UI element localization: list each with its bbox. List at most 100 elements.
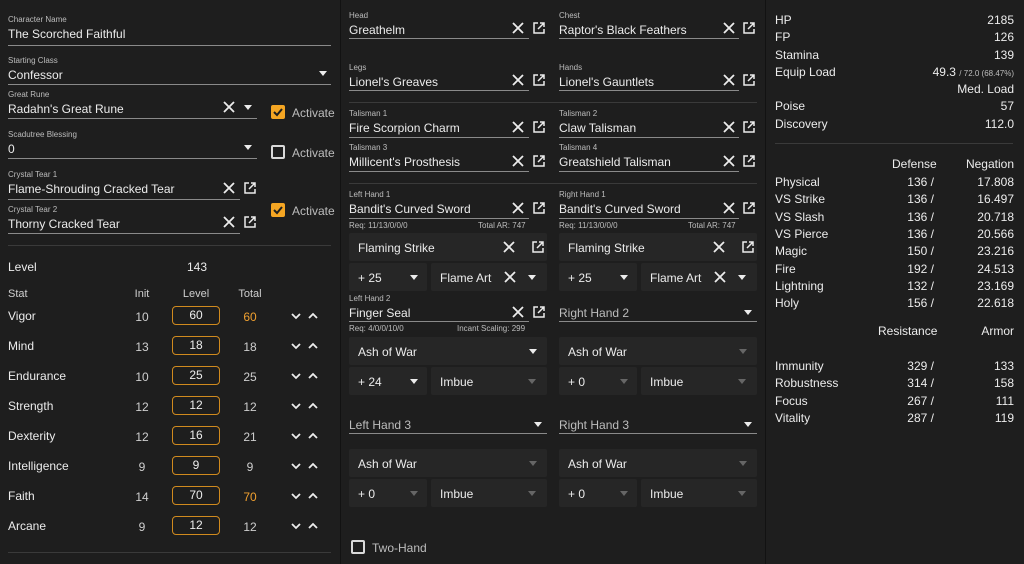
left-hand-2-ash-of-war[interactable]: Ash of War: [349, 337, 547, 365]
chevron-down-icon[interactable]: [410, 491, 418, 496]
chevron-up-icon[interactable]: [306, 429, 320, 443]
chevron-down-icon[interactable]: [744, 310, 752, 315]
chevron-up-icon[interactable]: [306, 459, 320, 473]
right-hand-3-upgrade-select[interactable]: + 0: [559, 479, 637, 507]
talisman-1-select[interactable]: Fire Scorpion Charm: [349, 121, 460, 135]
left-hand-2-select[interactable]: Finger Seal: [349, 306, 410, 320]
chevron-down-icon[interactable]: [528, 275, 536, 280]
chevron-down-icon[interactable]: [529, 349, 537, 354]
two-hand-checkbox[interactable]: [351, 540, 365, 554]
stat-level-input[interactable]: 18: [172, 336, 220, 355]
stat-level-input[interactable]: 16: [172, 426, 220, 445]
right-hand-1-upgrade-select[interactable]: + 25: [559, 263, 637, 291]
chevron-down-icon[interactable]: [289, 519, 303, 533]
left-hand-1-select[interactable]: Bandit's Curved Sword: [349, 202, 471, 216]
chevron-down-icon[interactable]: [738, 275, 746, 280]
talisman-4-select[interactable]: Greatshield Talisman: [559, 155, 671, 169]
chevron-down-icon[interactable]: [289, 339, 303, 353]
close-icon[interactable]: [722, 154, 736, 168]
chevron-up-icon[interactable]: [306, 519, 320, 533]
close-icon[interactable]: [722, 120, 736, 134]
chevron-down-icon[interactable]: [529, 461, 537, 466]
chevron-down-icon[interactable]: [289, 309, 303, 323]
left-hand-1-upgrade-select[interactable]: + 25: [349, 263, 427, 291]
left-hand-3-select[interactable]: Left Hand 3: [349, 418, 411, 432]
close-icon[interactable]: [503, 270, 517, 284]
chevron-down-icon[interactable]: [620, 379, 628, 384]
talisman-3-select[interactable]: Millicent's Prosthesis: [349, 155, 460, 169]
chevron-down-icon[interactable]: [738, 379, 746, 384]
close-icon[interactable]: [511, 201, 525, 215]
stat-level-input[interactable]: 25: [172, 366, 220, 385]
right-hand-3-select[interactable]: Right Hand 3: [559, 418, 629, 432]
close-icon[interactable]: [722, 73, 736, 87]
stat-level-input[interactable]: 60: [172, 306, 220, 325]
legs-select[interactable]: Lionel's Greaves: [349, 75, 438, 89]
open-external-icon[interactable]: [742, 154, 756, 168]
right-hand-1-affinity-select[interactable]: Flame Art: [641, 263, 757, 291]
close-icon[interactable]: [222, 100, 236, 114]
chevron-down-icon[interactable]: [410, 379, 418, 384]
great-rune-select[interactable]: Radahn's Great Rune: [8, 102, 124, 116]
starting-class-select[interactable]: Confessor: [8, 68, 63, 82]
right-hand-1-ash-of-war[interactable]: Flaming Strike: [559, 233, 757, 261]
chevron-up-icon[interactable]: [306, 489, 320, 503]
right-hand-2-affinity-select[interactable]: Imbue: [641, 367, 757, 395]
close-icon[interactable]: [502, 240, 516, 254]
close-icon[interactable]: [722, 201, 736, 215]
chevron-down-icon[interactable]: [739, 349, 747, 354]
left-hand-3-ash-of-war[interactable]: Ash of War: [349, 449, 547, 477]
chevron-down-icon[interactable]: [534, 422, 542, 427]
open-external-icon[interactable]: [532, 120, 546, 134]
close-icon[interactable]: [511, 73, 525, 87]
open-external-icon[interactable]: [742, 120, 756, 134]
chevron-down-icon[interactable]: [739, 461, 747, 466]
chest-select[interactable]: Raptor's Black Feathers: [559, 23, 687, 37]
right-hand-3-affinity-select[interactable]: Imbue: [641, 479, 757, 507]
right-hand-2-ash-of-war[interactable]: Ash of War: [559, 337, 757, 365]
right-hand-2-select[interactable]: Right Hand 2: [559, 306, 629, 320]
chevron-down-icon[interactable]: [620, 275, 628, 280]
stat-level-input[interactable]: 70: [172, 486, 220, 505]
crystal-tear-2-select[interactable]: Thorny Cracked Tear: [8, 217, 120, 231]
close-icon[interactable]: [222, 181, 236, 195]
chevron-down-icon[interactable]: [620, 491, 628, 496]
left-hand-2-affinity-select[interactable]: Imbue: [431, 367, 547, 395]
chevron-down-icon[interactable]: [528, 491, 536, 496]
right-hand-1-select[interactable]: Bandit's Curved Sword: [559, 202, 681, 216]
close-icon[interactable]: [712, 240, 726, 254]
talisman-2-select[interactable]: Claw Talisman: [559, 121, 636, 135]
stat-level-input[interactable]: 12: [172, 396, 220, 415]
left-hand-1-affinity-select[interactable]: Flame Art: [431, 263, 547, 291]
left-hand-3-affinity-select[interactable]: Imbue: [431, 479, 547, 507]
blessing-activate-checkbox[interactable]: [271, 145, 285, 159]
open-external-icon[interactable]: [532, 154, 546, 168]
close-icon[interactable]: [511, 154, 525, 168]
chevron-up-icon[interactable]: [306, 309, 320, 323]
open-external-icon[interactable]: [531, 240, 545, 254]
stat-level-input[interactable]: 9: [172, 456, 220, 475]
open-external-icon[interactable]: [742, 73, 756, 87]
right-hand-3-ash-of-war[interactable]: Ash of War: [559, 449, 757, 477]
hands-select[interactable]: Lionel's Gauntlets: [559, 75, 654, 89]
chevron-down-icon[interactable]: [738, 491, 746, 496]
left-hand-2-upgrade-select[interactable]: + 24: [349, 367, 427, 395]
left-hand-1-ash-of-war[interactable]: Flaming Strike: [349, 233, 547, 261]
chevron-down-icon[interactable]: [289, 489, 303, 503]
chevron-down-icon[interactable]: [289, 399, 303, 413]
close-icon[interactable]: [511, 21, 525, 35]
chevron-down-icon[interactable]: [244, 105, 252, 110]
open-external-icon[interactable]: [741, 240, 755, 254]
open-external-icon[interactable]: [243, 215, 257, 229]
close-icon[interactable]: [511, 305, 525, 319]
chevron-down-icon[interactable]: [410, 275, 418, 280]
open-external-icon[interactable]: [532, 73, 546, 87]
chevron-down-icon[interactable]: [289, 429, 303, 443]
chevron-down-icon[interactable]: [289, 459, 303, 473]
open-external-icon[interactable]: [532, 305, 546, 319]
chevron-down-icon[interactable]: [528, 379, 536, 384]
open-external-icon[interactable]: [742, 21, 756, 35]
chevron-up-icon[interactable]: [306, 339, 320, 353]
chevron-down-icon[interactable]: [319, 71, 327, 76]
tear-activate-checkbox[interactable]: [271, 203, 285, 217]
